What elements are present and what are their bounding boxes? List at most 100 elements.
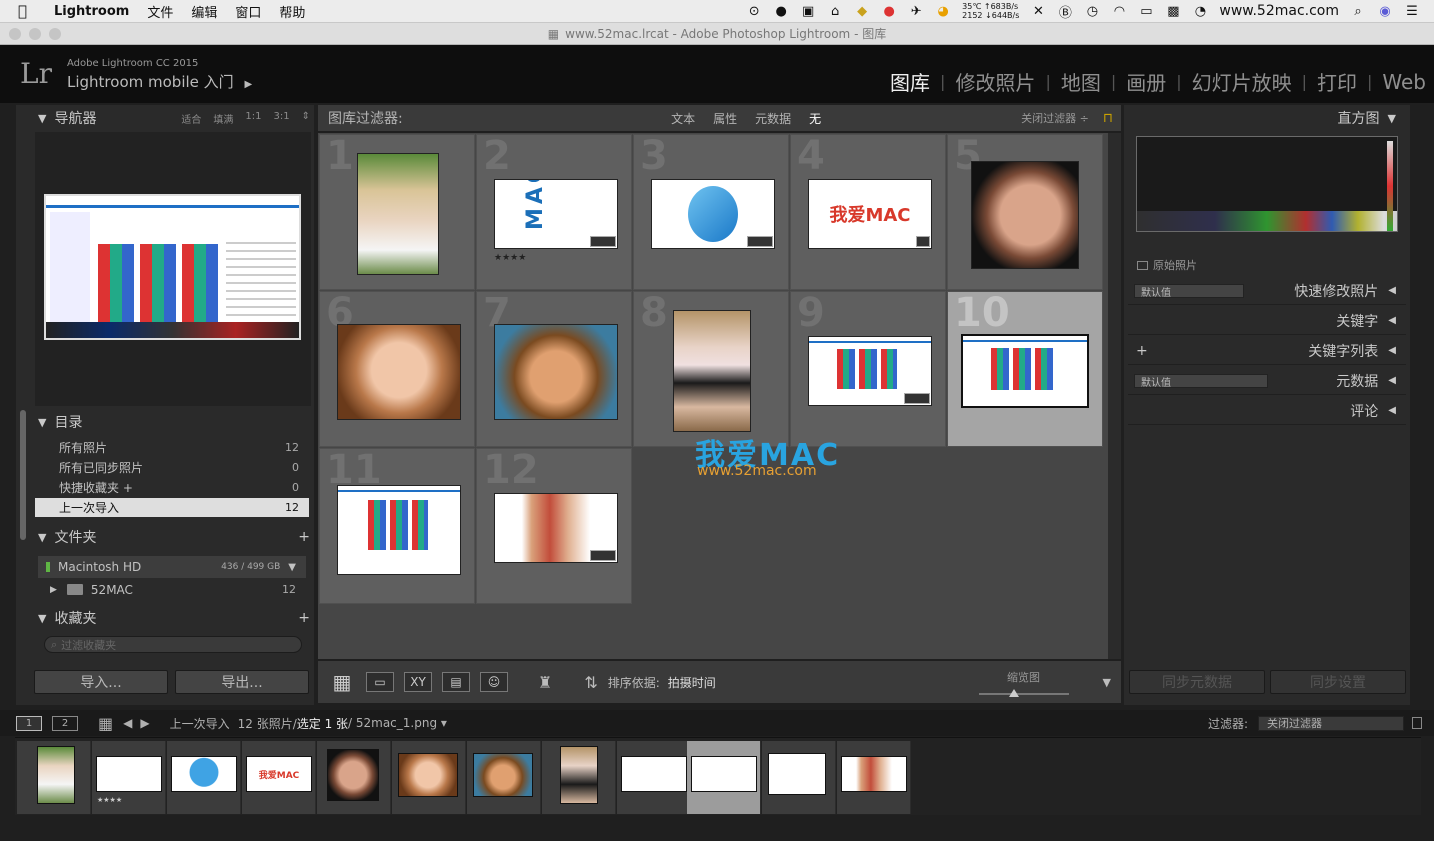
folders-header[interactable]: ▼ 文件夹 +	[38, 525, 310, 549]
filter-metadata[interactable]: 元数据	[755, 110, 791, 127]
play-arrow-icon[interactable]: ▶	[244, 79, 252, 90]
siri-icon[interactable]: ◉	[1377, 4, 1393, 19]
module-print[interactable]: 打印	[1317, 67, 1357, 96]
selected-filename[interactable]: / 52mac_1.png ▾	[348, 716, 447, 730]
filter-attribute[interactable]: 属性	[713, 110, 737, 127]
volume-macintosh-hd[interactable]: Macintosh HD 436 / 499 GB ▼	[38, 556, 306, 578]
add-keyword-button[interactable]: +	[1136, 343, 1148, 359]
add-folder-button[interactable]: +	[298, 529, 310, 545]
screenshot-icon[interactable]: ▣	[800, 4, 816, 19]
sort-value[interactable]: 拍摄时间	[668, 674, 716, 691]
zoom-3-1[interactable]: 3:1	[274, 111, 290, 126]
time-machine-icon[interactable]: ◷	[1084, 4, 1100, 19]
film-cell-9[interactable]	[617, 741, 691, 814]
catalog-item-last-import[interactable]: 上一次导入 12	[35, 498, 309, 517]
compare-view-icon[interactable]: XY	[404, 672, 432, 692]
expand-arrow-icon[interactable]: ▶	[50, 585, 57, 595]
colorwheel-icon[interactable]: ◕	[935, 4, 951, 19]
menu-edit[interactable]: 编辑	[191, 2, 217, 21]
comments-header[interactable]: 评论 ◀	[1128, 397, 1406, 425]
film-cell-3[interactable]	[167, 741, 241, 814]
film-cell-10[interactable]	[687, 741, 761, 814]
catalog-header[interactable]: ▼ 目录	[38, 410, 310, 434]
film-cell-5[interactable]	[317, 741, 391, 814]
broadcast-icon[interactable]: ⊙	[746, 4, 762, 19]
navigator-preview[interactable]	[35, 132, 311, 406]
secondary-window-button[interactable]: 2	[52, 715, 78, 731]
export-button[interactable]: 导出...	[175, 670, 309, 694]
zoom-fill[interactable]: 填满	[213, 111, 233, 126]
grid-view-icon[interactable]: ▦	[98, 714, 113, 733]
filter-preset[interactable]: 关闭过滤器 ÷	[1021, 110, 1089, 126]
checkbox-icon[interactable]	[1137, 260, 1148, 270]
grid-cell-3[interactable]: 3	[633, 133, 789, 290]
input-method-icon[interactable]: ▩	[1165, 4, 1181, 19]
source-label[interactable]: 上一次导入	[170, 715, 230, 732]
grid-cell-12[interactable]: 12	[476, 447, 632, 604]
painter-icon[interactable]: ♜	[538, 673, 552, 692]
survey-view-icon[interactable]: ▤	[442, 672, 470, 692]
quick-develop-header[interactable]: 默认值 快速修改照片 ◀	[1128, 277, 1406, 305]
menu-app-name[interactable]: Lightroom	[54, 4, 129, 19]
people-view-icon[interactable]: ☺	[480, 672, 508, 692]
film-cell-7[interactable]	[467, 741, 541, 814]
film-cell-6[interactable]	[392, 741, 466, 814]
spotlight-icon[interactable]: ⌕	[1350, 4, 1366, 19]
menu-window[interactable]: 窗口	[235, 2, 261, 21]
grid-cell-10[interactable]: 10	[947, 290, 1103, 447]
grid-view-icon[interactable]: ▦	[328, 670, 356, 694]
import-button[interactable]: 导入...	[34, 670, 168, 694]
notification-icon[interactable]: ●	[773, 4, 789, 19]
battery-icon[interactable]: ▭	[1138, 4, 1154, 19]
zoom-1-1[interactable]: 1:1	[245, 111, 261, 126]
clock-icon[interactable]: ◔	[1192, 4, 1208, 19]
wifi-icon[interactable]: ◠	[1111, 4, 1127, 19]
grid-cell-5[interactable]: 5	[947, 133, 1103, 290]
sync-metadata-button[interactable]: 同步元数据	[1129, 670, 1265, 694]
folder-52mac[interactable]: ▶ 52MAC 12	[38, 580, 306, 599]
shield-icon[interactable]: ◆	[854, 4, 870, 19]
bank-icon[interactable]: ⌂	[827, 4, 843, 19]
grid-scrollbar[interactable]	[1108, 133, 1121, 659]
grid-cell-6[interactable]: 6	[319, 290, 475, 447]
grid-cell-4[interactable]: 4 我爱MAC	[790, 133, 946, 290]
module-book[interactable]: 画册	[1126, 67, 1166, 96]
filter-none[interactable]: 无	[809, 110, 821, 127]
metadata-header[interactable]: 默认值 元数据 ◀	[1128, 367, 1406, 395]
minimize-window-button[interactable]	[29, 28, 41, 40]
identity-line2[interactable]: Lightroom mobile 入门 ▶	[67, 71, 252, 92]
quick-develop-preset[interactable]: 默认值	[1134, 284, 1244, 299]
film-cell-8[interactable]	[542, 741, 616, 814]
film-cell-2[interactable]: ★★★★	[92, 741, 166, 814]
grid-cell-9[interactable]: 9	[790, 290, 946, 447]
catalog-item-all[interactable]: 所有照片 12	[35, 438, 309, 457]
metadata-preset[interactable]: 默认值	[1134, 374, 1268, 389]
histogram-header[interactable]: 直方图 ▼	[1128, 106, 1406, 130]
module-slideshow[interactable]: 幻灯片放映	[1192, 67, 1292, 96]
primary-window-button[interactable]: 1	[16, 715, 42, 731]
apple-icon[interactable]: 	[18, 2, 36, 20]
app-red-icon[interactable]: ●	[881, 4, 897, 19]
add-collection-button[interactable]: +	[298, 610, 310, 626]
film-cell-11[interactable]	[762, 741, 836, 814]
volume-menu-icon[interactable]: ▼	[288, 562, 296, 573]
collection-search[interactable]: ⌕ 过滤收藏夹	[44, 636, 302, 653]
zoom-window-button[interactable]	[49, 28, 61, 40]
zoom-more-icon[interactable]: ⇕	[302, 111, 310, 126]
forward-arrow-icon[interactable]: ▶	[140, 716, 149, 730]
lock-icon[interactable]: ⊓	[1103, 111, 1113, 126]
keyword-list-header[interactable]: + 关键字列表 ◀	[1128, 337, 1406, 365]
filter-text[interactable]: 文本	[671, 110, 695, 127]
catalog-item-quick[interactable]: 快捷收藏夹 +0	[35, 478, 309, 497]
menu-help[interactable]: 帮助	[279, 2, 305, 21]
grid-cell-8[interactable]: 8	[633, 290, 789, 447]
menubar-site[interactable]: www.52mac.com	[1219, 3, 1339, 19]
toolbar-menu-icon[interactable]: ▼	[1103, 676, 1111, 689]
filmstrip-filter-select[interactable]: 关闭过滤器	[1258, 715, 1404, 731]
left-panel-scrollbar[interactable]	[20, 410, 26, 540]
film-cell-4[interactable]: 我爱MAC	[242, 741, 316, 814]
thumbnail-size-slider[interactable]	[978, 689, 1069, 697]
keywording-header[interactable]: 关键字 ◀	[1128, 307, 1406, 335]
slider-thumb[interactable]	[1008, 689, 1019, 697]
module-web[interactable]: Web	[1382, 70, 1426, 94]
